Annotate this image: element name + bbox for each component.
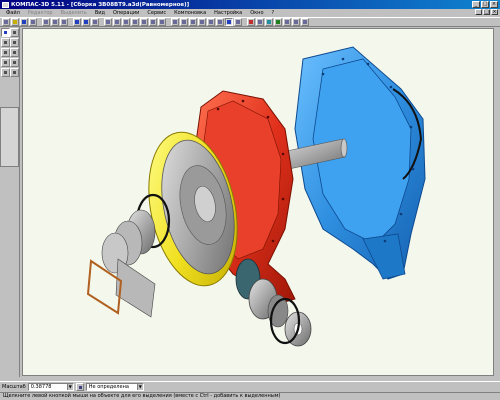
menu-file[interactable]: Файл [2, 10, 24, 16]
zoom-in-icon[interactable] [113, 18, 121, 26]
edit-tool-icon[interactable] [1, 38, 10, 47]
scale-value: 0.38778 [30, 384, 52, 390]
view-orientation-field[interactable]: Не определена ▼ [85, 383, 144, 391]
minimize-button[interactable]: _ [472, 1, 480, 8]
hidden-lines-icon[interactable] [198, 18, 206, 26]
orientation-icon[interactable] [180, 18, 188, 26]
view-orientation-value: Не определена [88, 384, 129, 390]
array-tool-icon[interactable] [10, 68, 19, 77]
library-icon[interactable] [283, 18, 291, 26]
menu-bar: Файл Редактор Выделить Вид Операции Серв… [0, 9, 500, 17]
rotate-tool-icon[interactable] [10, 28, 19, 37]
close-button[interactable]: × [490, 1, 498, 8]
shaded-icon[interactable] [225, 18, 233, 26]
menu-window[interactable]: Окно [246, 10, 267, 16]
menu-edit[interactable]: Редактор [24, 10, 57, 16]
menu-operations[interactable]: Операции [109, 10, 143, 16]
refresh-icon[interactable] [158, 18, 166, 26]
menu-help[interactable]: ? [268, 10, 279, 16]
window-title: КОМПАС-3D 5.11 - [Сборка ЗВ08ВТ9.a3d(Рав… [11, 1, 190, 8]
revolve-tool-icon[interactable] [10, 48, 19, 57]
menu-view[interactable]: Вид [91, 10, 109, 16]
paste-icon[interactable] [60, 18, 68, 26]
no-hidden-lines-icon[interactable] [216, 18, 224, 26]
hint-bar: Щелкните левой кнопкой мыши на объекте д… [0, 392, 500, 400]
tool-panel-scrollbar[interactable] [0, 107, 19, 167]
orientation-status-icon[interactable] [75, 383, 84, 391]
main-toolbar [0, 17, 500, 27]
sketch-tool-icon[interactable] [10, 38, 19, 47]
hole-tool-icon[interactable] [1, 68, 10, 77]
save-icon[interactable] [20, 18, 28, 26]
chevron-down-icon[interactable]: ▼ [66, 384, 73, 390]
status-row: Масштаб 0.38778 ▼ Не определена ▼ [0, 381, 500, 392]
doc-maximize-button[interactable]: □ [483, 9, 490, 15]
title-bar: КОМПАС-3D 5.11 - [Сборка ЗВ08ВТ9.a3d(Рав… [0, 0, 500, 9]
assembly-model-render [86, 46, 426, 347]
pan-icon[interactable] [140, 18, 148, 26]
open-folder-icon[interactable] [11, 18, 19, 26]
measure-icon[interactable] [265, 18, 273, 26]
print-icon[interactable] [29, 18, 37, 26]
mate-icon[interactable] [274, 18, 282, 26]
left-tool-panel [0, 27, 20, 377]
copy-icon[interactable] [51, 18, 59, 26]
app-icon [2, 1, 9, 8]
menu-layout[interactable]: Компоновка [170, 10, 210, 16]
fillet-tool-icon[interactable] [1, 58, 10, 67]
chamfer-tool-icon[interactable] [10, 58, 19, 67]
rotate-icon[interactable] [171, 18, 179, 26]
new-document-icon[interactable] [2, 18, 10, 26]
wireframe-icon[interactable] [189, 18, 197, 26]
model-viewport[interactable] [22, 28, 494, 376]
select-tool-icon[interactable] [1, 28, 10, 37]
perspective-icon[interactable] [234, 18, 242, 26]
menu-service[interactable]: Сервис [143, 10, 170, 16]
cover-plate[interactable] [115, 258, 156, 318]
scale-field[interactable]: 0.38778 ▼ [27, 383, 74, 391]
zoom-out-icon[interactable] [122, 18, 130, 26]
redo-icon[interactable] [82, 18, 90, 26]
scale-label: Масштаб [2, 384, 26, 390]
menu-select[interactable]: Выделить [57, 10, 91, 16]
thin-lines-icon[interactable] [207, 18, 215, 26]
assembly-icon[interactable] [256, 18, 264, 26]
properties-icon[interactable] [91, 18, 99, 26]
part-icon[interactable] [247, 18, 255, 26]
undo-icon[interactable] [73, 18, 81, 26]
extrude-tool-icon[interactable] [1, 48, 10, 57]
zoom-all-icon[interactable] [149, 18, 157, 26]
tree-icon[interactable] [292, 18, 300, 26]
maximize-button[interactable]: □ [481, 1, 489, 8]
menu-settings[interactable]: Настройка [210, 10, 246, 16]
chevron-down-icon[interactable]: ▼ [136, 384, 143, 390]
doc-minimize-button[interactable]: _ [475, 9, 482, 15]
cut-icon[interactable] [42, 18, 50, 26]
zoom-window-icon[interactable] [104, 18, 112, 26]
doc-close-button[interactable]: × [491, 9, 498, 15]
zoom-scale-icon[interactable] [131, 18, 139, 26]
help-icon[interactable] [301, 18, 309, 26]
